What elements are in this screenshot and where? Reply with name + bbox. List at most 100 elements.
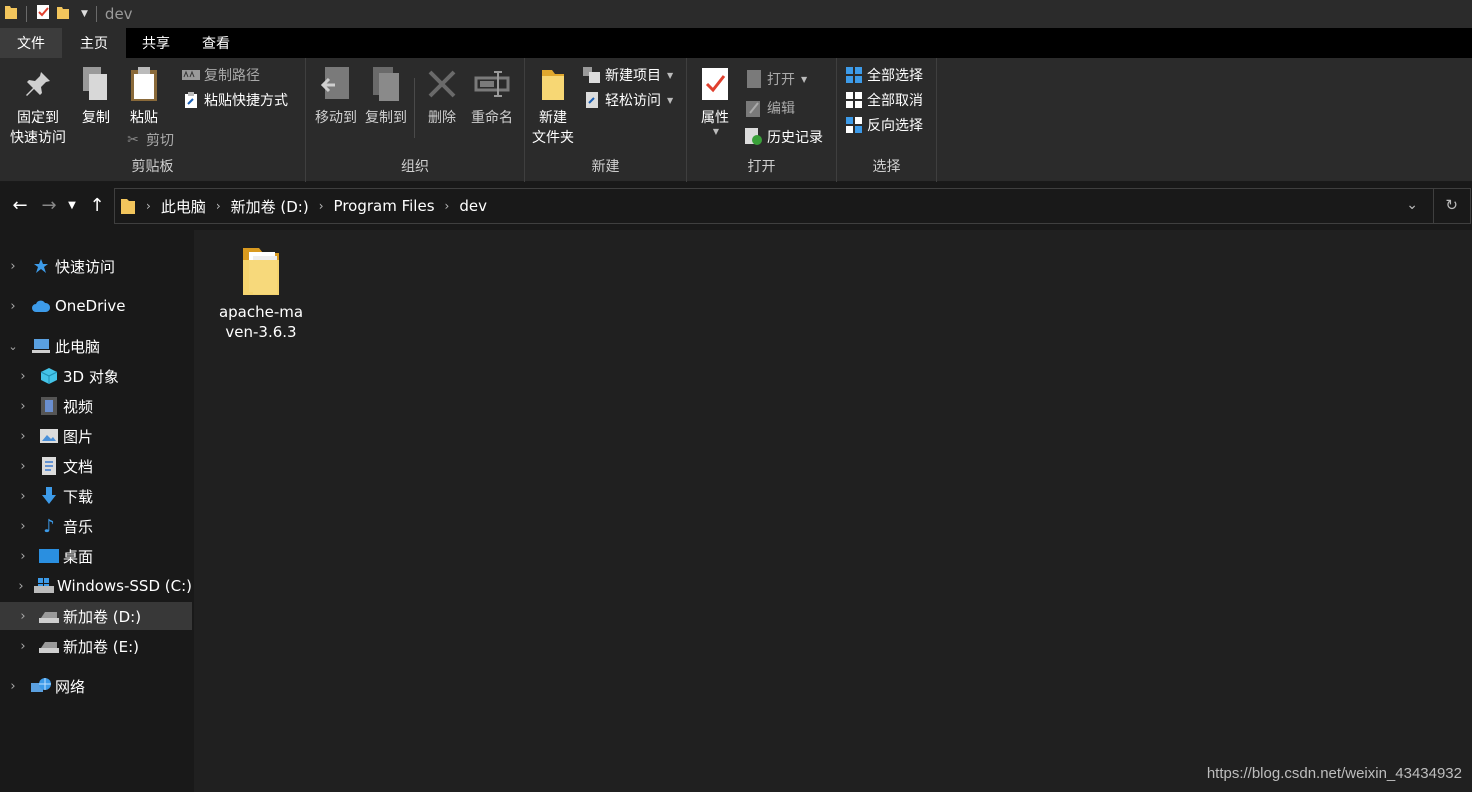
sidebar-item-drive-d[interactable]: › 新加卷 (D:) xyxy=(0,602,192,630)
easy-access-button[interactable]: 轻松访问 ▼ xyxy=(583,89,673,111)
sidebar-item-network[interactable]: › 网络 xyxy=(0,672,192,700)
rename-button[interactable]: 重命名 xyxy=(466,64,518,128)
paste-shortcut-button[interactable]: 粘贴快捷方式 xyxy=(182,89,288,111)
tab-view[interactable]: 查看 xyxy=(186,28,246,58)
chevron-right-icon[interactable]: › xyxy=(445,199,450,213)
scissors-icon: ✂ xyxy=(127,132,139,148)
chevron-right-icon[interactable]: › xyxy=(16,369,30,384)
sidebar-item-quick-access[interactable]: › 快速访问 xyxy=(0,252,192,280)
pin-quick-access-button[interactable]: 固定到 快速访问 xyxy=(6,64,70,148)
folder-icon xyxy=(239,242,283,302)
copy-path-button[interactable]: 复制路径 xyxy=(182,64,260,86)
chevron-right-icon[interactable]: › xyxy=(6,299,20,314)
copy-button[interactable]: 复制 xyxy=(74,64,118,128)
sidebar-item-pictures[interactable]: › 图片 xyxy=(0,422,192,450)
group-open: 属性 ▼ 打开 ▼ 编辑 历史记录 打开 xyxy=(687,58,837,182)
picture-icon xyxy=(38,426,60,446)
ribbon-tabs: 文件 主页 共享 查看 xyxy=(0,28,1472,58)
tab-file[interactable]: 文件 xyxy=(0,28,62,58)
tab-share[interactable]: 共享 xyxy=(126,28,186,58)
breadcrumb-drive-d[interactable]: 新加卷 (D:) xyxy=(231,196,309,217)
chevron-right-icon[interactable]: › xyxy=(16,519,30,534)
drive-icon xyxy=(38,636,60,656)
history-icon xyxy=(745,128,763,146)
sidebar-item-videos[interactable]: › 视频 xyxy=(0,392,192,420)
chevron-right-icon[interactable]: › xyxy=(6,259,20,274)
new-folder-button[interactable]: 新建 文件夹 xyxy=(529,64,577,148)
rename-icon xyxy=(472,64,512,104)
select-all-button[interactable]: 全部选择 xyxy=(845,64,923,86)
copy-to-button[interactable]: 复制到 xyxy=(360,64,412,128)
chevron-down-icon: ▼ xyxy=(801,74,808,84)
chevron-right-icon[interactable]: › xyxy=(16,639,30,654)
refresh-icon[interactable]: ↻ xyxy=(1445,196,1458,214)
cut-button[interactable]: ✂ 剪切 xyxy=(124,129,174,151)
properties-icon[interactable] xyxy=(35,4,51,24)
breadcrumb-program-files[interactable]: Program Files xyxy=(334,197,435,215)
sidebar-item-onedrive[interactable]: › OneDrive xyxy=(0,292,192,320)
file-list: apache-maven-3.6.3 https://blog.csdn.net… xyxy=(194,230,1472,792)
back-arrow-icon[interactable]: ← xyxy=(9,194,31,216)
sidebar-item-music[interactable]: › ♪ 音乐 xyxy=(0,512,192,540)
network-icon xyxy=(30,676,52,696)
delete-button[interactable]: 删除 xyxy=(422,64,462,128)
properties-button[interactable]: 属性 ▼ xyxy=(693,64,737,136)
chevron-down-icon: ▼ xyxy=(667,95,674,105)
chevron-right-icon[interactable]: › xyxy=(16,399,30,414)
chevron-right-icon[interactable]: › xyxy=(319,199,324,213)
easy-access-icon xyxy=(583,91,601,109)
chevron-right-icon[interactable]: › xyxy=(16,429,30,444)
chevron-right-icon[interactable]: › xyxy=(216,199,221,213)
sidebar-item-downloads[interactable]: › 下载 xyxy=(0,482,192,510)
navigation-bar: ← → ▼ ↑ › 此电脑 › 新加卷 (D:) › Program Files… xyxy=(0,182,1472,230)
chevron-down-icon[interactable]: ▼ xyxy=(81,9,88,19)
group-label-organize: 组织 xyxy=(401,159,429,175)
music-icon: ♪ xyxy=(43,515,55,537)
chevron-down-icon: ▼ xyxy=(667,70,674,80)
navigation-pane: › 快速访问 › OneDrive ⌄ 此电脑 › 3D 对象 › 视频 › 图… xyxy=(0,230,194,792)
sidebar-item-windows-ssd[interactable]: › Windows-SSD (C:) xyxy=(0,572,192,600)
chevron-right-icon[interactable]: › xyxy=(16,609,30,624)
invert-selection-button[interactable]: 反向选择 xyxy=(845,114,923,136)
group-label-new: 新建 xyxy=(591,159,620,175)
chevron-right-icon[interactable]: › xyxy=(6,679,20,694)
chevron-right-icon[interactable]: › xyxy=(16,489,30,504)
new-folder-icon[interactable] xyxy=(55,4,71,24)
address-bar[interactable]: › 此电脑 › 新加卷 (D:) › Program Files › dev ⌄… xyxy=(114,188,1471,224)
drive-icon xyxy=(38,606,60,626)
open-icon xyxy=(745,70,763,88)
group-label-select: 选择 xyxy=(872,159,901,175)
sidebar-item-this-pc[interactable]: ⌄ 此电脑 xyxy=(0,332,192,360)
breadcrumb-this-pc[interactable]: 此电脑 xyxy=(161,196,206,217)
move-to-button[interactable]: 移动到 xyxy=(310,64,362,128)
chevron-right-icon[interactable]: › xyxy=(16,459,30,474)
sidebar-item-drive-e[interactable]: › 新加卷 (E:) xyxy=(0,632,192,660)
tab-home[interactable]: 主页 xyxy=(62,28,126,58)
select-none-button[interactable]: 全部取消 xyxy=(845,89,923,111)
paste-button[interactable]: 粘贴 xyxy=(122,64,166,128)
history-button[interactable]: 历史记录 xyxy=(745,126,823,148)
windows-drive-icon xyxy=(34,576,55,596)
group-new: 新建 文件夹 新建项目 ▼ 轻松访问 ▼ 新建 xyxy=(525,58,687,182)
edit-button[interactable]: 编辑 xyxy=(745,97,795,119)
chevron-right-icon[interactable]: › xyxy=(16,549,30,564)
cloud-icon xyxy=(30,296,52,316)
sidebar-item-documents[interactable]: › 文档 xyxy=(0,452,192,480)
chevron-down-icon: ▼ xyxy=(712,127,720,136)
recent-locations-chevron-icon[interactable]: ▼ xyxy=(64,194,80,216)
up-arrow-icon[interactable]: ↑ xyxy=(86,194,108,216)
divider xyxy=(414,78,415,138)
chevron-right-icon[interactable]: › xyxy=(16,579,26,594)
folder-item[interactable]: apache-maven-3.6.3 xyxy=(218,242,304,342)
new-item-button[interactable]: 新建项目 ▼ xyxy=(583,64,673,86)
star-icon xyxy=(30,256,52,276)
breadcrumb-dev[interactable]: dev xyxy=(459,197,487,215)
chevron-right-icon[interactable]: › xyxy=(146,199,151,213)
select-all-icon xyxy=(845,66,863,84)
open-button[interactable]: 打开 ▼ xyxy=(745,68,807,90)
forward-arrow-icon[interactable]: → xyxy=(38,194,60,216)
chevron-down-icon[interactable]: ⌄ xyxy=(6,340,20,353)
sidebar-item-3d-objects[interactable]: › 3D 对象 xyxy=(0,362,192,390)
sidebar-item-desktop[interactable]: › 桌面 xyxy=(0,542,192,570)
address-history-chevron-icon[interactable]: ⌄ xyxy=(1406,197,1418,213)
